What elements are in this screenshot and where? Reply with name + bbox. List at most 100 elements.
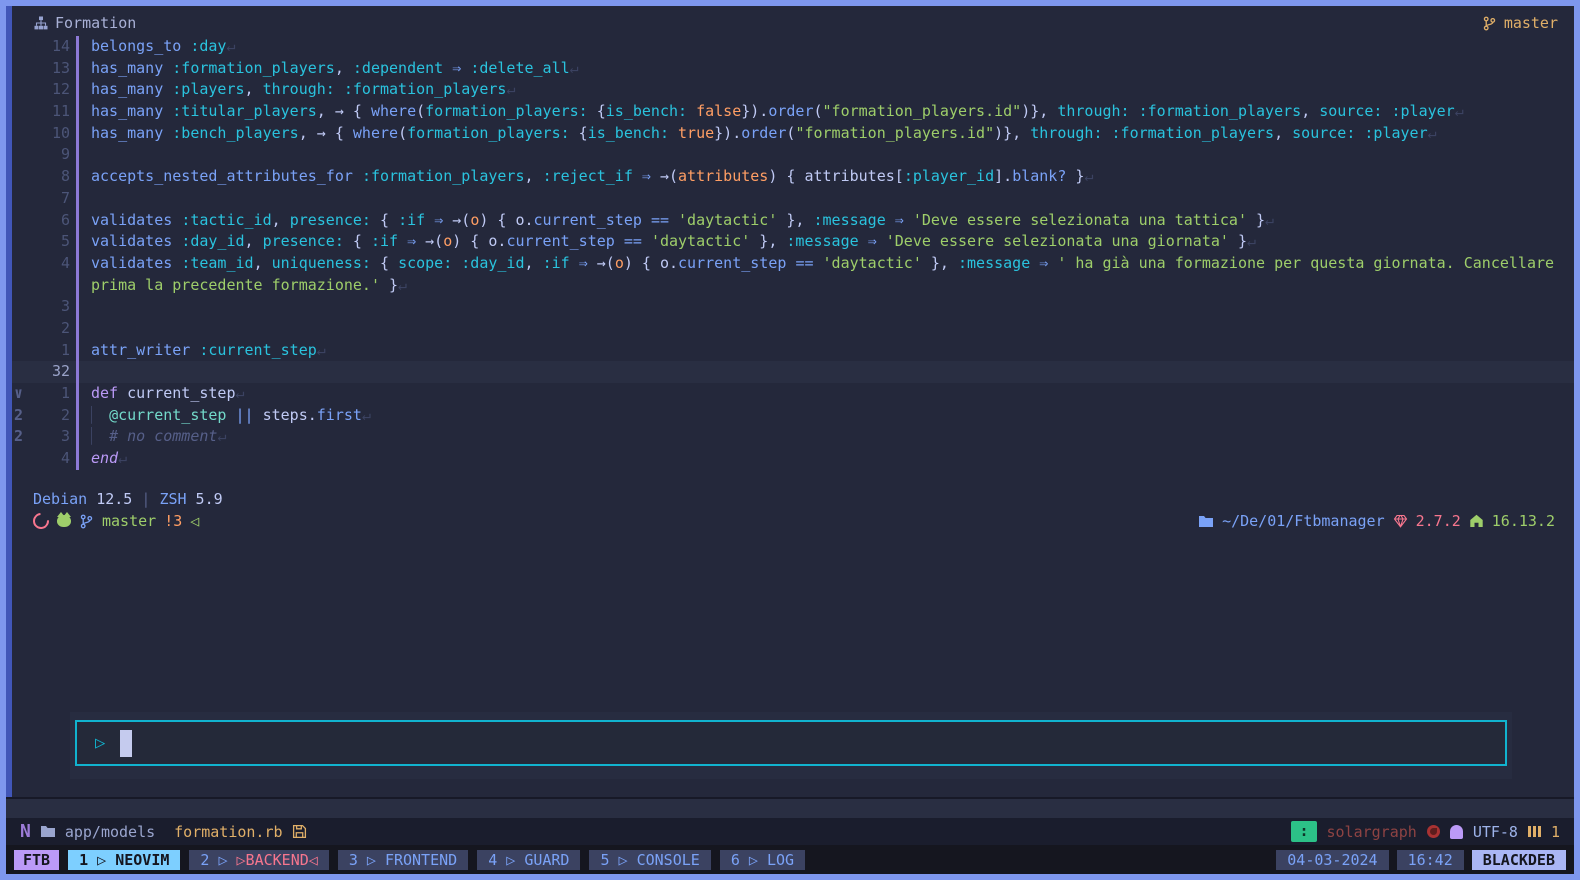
code-token: 'daytactic' — [822, 253, 922, 272]
code-line[interactable]: 32 — [12, 361, 1574, 383]
fold-column[interactable]: 2 — [12, 405, 38, 427]
code-token: :if — [370, 232, 399, 251]
code-token: { — [370, 253, 399, 272]
code-editor[interactable]: 14 belongs_to :day↵ 13 has_many :formation_… — [12, 36, 1574, 472]
code-line[interactable]: 10 has_many :bench_players, → { where(for… — [12, 122, 1574, 145]
code-token: ( — [416, 102, 426, 121]
buffers-icon — [1527, 826, 1541, 837]
fold-column[interactable] — [12, 101, 38, 123]
line-number: 6 — [60, 210, 70, 229]
code-line[interactable]: 11 has_many :titular_players, → { where(f… — [12, 101, 1574, 123]
fold-column[interactable]: ∨ — [12, 383, 38, 405]
tmux-window-backend[interactable]: 2 ▷ ▷BACKEND◁ — [189, 849, 329, 870]
file-directory: app/models — [64, 822, 156, 841]
fold-column[interactable] — [12, 188, 38, 210]
code-line[interactable]: 4 end↵ — [12, 448, 1574, 470]
code-token: has_many — [91, 123, 164, 142]
fold-column[interactable] — [12, 79, 38, 101]
code-line[interactable]: 5 validates :day_id, presence: { :if ⇒ →(… — [12, 231, 1574, 253]
gutter-bar — [76, 57, 79, 80]
fold-column[interactable] — [12, 361, 38, 383]
code-line[interactable]: 2 2 ▏ @current_step || steps.first↵ — [12, 404, 1574, 427]
gem-icon — [1393, 514, 1407, 528]
code-token: o — [470, 210, 480, 229]
code-token: steps. — [253, 405, 317, 424]
gutter-bar — [76, 448, 79, 470]
fold-column[interactable] — [12, 296, 38, 318]
code-token: || — [235, 405, 254, 424]
code-token: :tactic_id — [181, 210, 272, 229]
code-text: has_many :formation_players, :dependent … — [91, 58, 1574, 80]
code-token: }, — [750, 232, 787, 251]
code-line[interactable]: 14 belongs_to :day↵ — [12, 36, 1574, 58]
fold-column[interactable] — [12, 144, 38, 166]
code-token: ↵ — [1427, 123, 1437, 142]
gutter-bar — [76, 79, 79, 102]
code-token: ↵ — [226, 37, 236, 55]
tmux-window-index: 5 ▷ — [600, 850, 637, 869]
tmux-window-console[interactable]: 5 ▷ CONSOLE — [589, 849, 711, 870]
code-line[interactable]: 1 attr_writer :current_step↵ — [12, 339, 1574, 362]
fold-column[interactable] — [12, 210, 38, 232]
tmux-session-badge[interactable]: FTB — [14, 849, 60, 870]
fold-column[interactable] — [12, 166, 38, 188]
prompt-changes-count: !3 — [164, 512, 183, 530]
code-token: current_step — [678, 253, 787, 272]
command-input[interactable]: ▷ — [75, 720, 1507, 766]
code-line[interactable]: 4 validates :team_id, uniqueness: { scope… — [12, 252, 1574, 275]
tmux-window-log[interactable]: 6 ▷ LOG — [719, 849, 806, 870]
fold-column[interactable] — [12, 340, 38, 362]
code-line[interactable]: 12 has_many :players, through: :formation… — [12, 79, 1574, 102]
shell-os-line: Debian 12.5 | ZSH 5.9 — [12, 488, 1574, 510]
code-token: ↵ — [1265, 210, 1275, 229]
tmux-window-neovim[interactable]: 1 ▷ NEOVIM — [68, 849, 181, 870]
code-line[interactable]: 2 3 ▏ # no comment↵ — [12, 426, 1574, 449]
tmux-window-index: 4 ▷ — [488, 850, 525, 869]
code-token: ↵ — [217, 427, 227, 446]
code-text: has_many :bench_players, → { where(forma… — [91, 123, 1574, 145]
fold-column[interactable] — [12, 275, 38, 297]
fold-column[interactable] — [12, 123, 38, 145]
gutter-bar — [76, 209, 79, 232]
mode-indicator: : — [1291, 821, 1317, 842]
shell-pane[interactable]: Debian 12.5 | ZSH 5.9 master !3 ◁ ~/De/0… — [12, 488, 1574, 533]
code-token: @current_step — [109, 405, 227, 424]
code-line[interactable]: prima la precedente formazione.' }↵ — [12, 274, 1574, 297]
code-token: ↵ — [506, 80, 516, 99]
buffer-tab[interactable]: Formation — [34, 14, 136, 32]
code-token: where — [352, 123, 399, 142]
fold-column[interactable] — [12, 58, 38, 80]
code-line[interactable]: 7 — [12, 187, 1574, 210]
code-token: Debian — [33, 490, 88, 508]
line-number — [38, 275, 70, 297]
code-line[interactable]: ∨ 1 def current_step↵ — [12, 383, 1574, 405]
tmux-window-guard[interactable]: 4 ▷ GUARD — [477, 849, 581, 870]
fold-column[interactable]: 2 — [12, 426, 38, 448]
node-version: 16.13.2 — [1491, 512, 1555, 530]
code-token: uniqueness: — [271, 253, 371, 272]
code-line[interactable]: 6 validates :tactic_id, presence: { :if ⇒… — [12, 209, 1574, 232]
code-line[interactable]: 8 accepts_nested_attributes_for :formatio… — [12, 166, 1574, 188]
code-line[interactable]: 13 has_many :formation_players, :dependen… — [12, 57, 1574, 80]
fold-column[interactable] — [12, 318, 38, 340]
code-line[interactable]: 2 — [12, 317, 1574, 340]
code-line[interactable]: 9 — [12, 144, 1574, 167]
code-token: ⇒ — [434, 210, 444, 229]
fold-column[interactable] — [12, 448, 38, 470]
code-token: ( — [398, 123, 408, 142]
fold-column[interactable] — [12, 231, 38, 253]
tmux-window-frontend[interactable]: 3 ▷ FRONTEND — [337, 849, 469, 870]
code-token: ) { o. — [623, 253, 679, 272]
code-line[interactable]: 3 — [12, 296, 1574, 318]
fold-column[interactable] — [12, 253, 38, 275]
fold-column[interactable] — [12, 36, 38, 58]
line-number: 2 — [60, 318, 70, 337]
